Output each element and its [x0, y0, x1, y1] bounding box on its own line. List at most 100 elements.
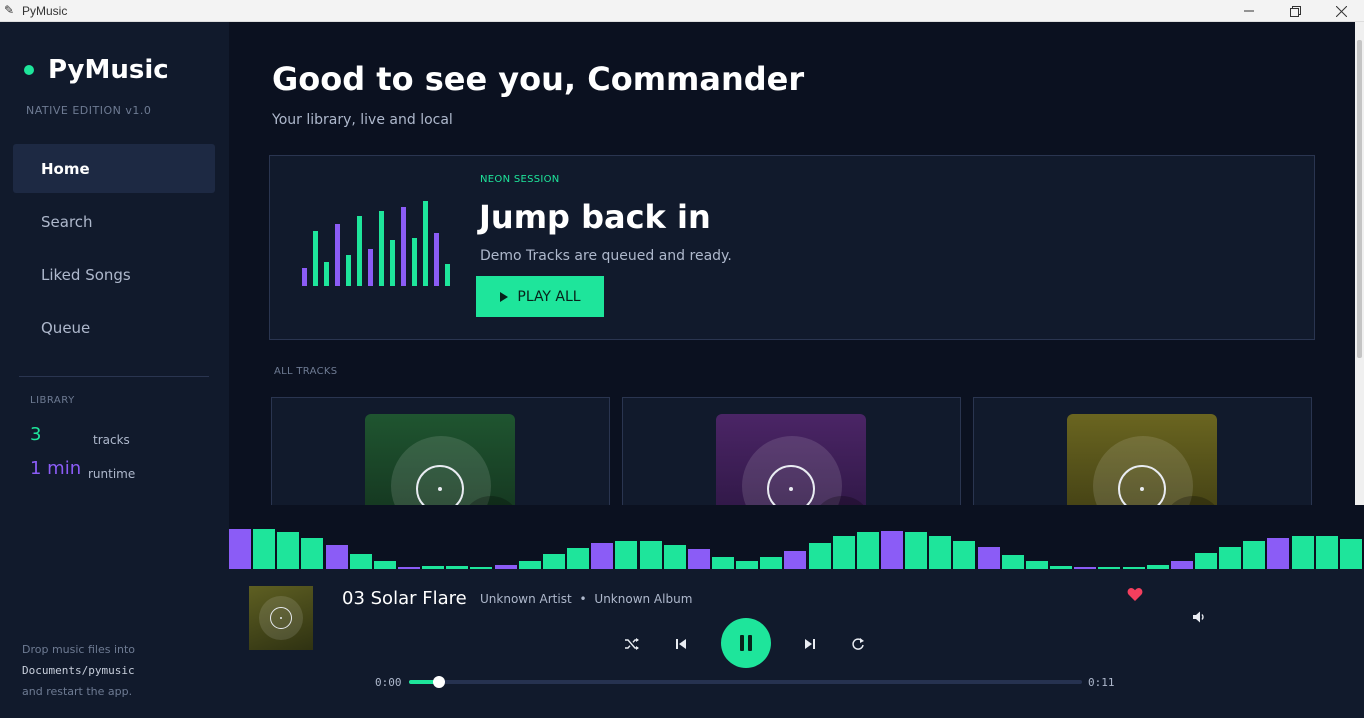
drop-hint-line1: Drop music files into: [22, 643, 136, 656]
hero-description: Demo Tracks are queued and ready.: [480, 248, 732, 264]
sidebar-divider: [19, 376, 209, 377]
visualizer-bar: [809, 543, 831, 569]
time-current: 0:00: [375, 676, 402, 689]
minimize-button[interactable]: [1226, 0, 1272, 22]
nav-item-search[interactable]: Search: [13, 197, 215, 246]
visualizer-bar: [591, 543, 613, 569]
close-icon: [1335, 5, 1347, 17]
track-card-art: [1067, 414, 1217, 505]
visualizer-bar: [929, 536, 951, 569]
visualizer-bar: [374, 561, 396, 569]
visualizer-bar: [326, 545, 348, 569]
visualizer-bar: [615, 541, 637, 569]
visualizer-bar: [640, 541, 662, 569]
visualizer-bar: [978, 547, 1000, 569]
nav-item-liked-songs[interactable]: Liked Songs: [13, 250, 215, 299]
hero-visualizer-bar: [401, 207, 406, 286]
visualizer-bar: [784, 551, 806, 569]
visualizer-bar: [519, 561, 541, 569]
player-bar: 03 Solar Flare Unknown Artist • Unknown …: [229, 569, 1364, 718]
brand-dot-icon: [24, 65, 34, 75]
hero-visualizer-bar: [379, 211, 384, 286]
hero-visualizer-bar: [434, 233, 439, 286]
all-tracks-label: ALL TRACKS: [274, 366, 338, 377]
visualizer-bar: [1316, 536, 1338, 569]
scrollbar-thumb[interactable]: [1357, 40, 1362, 358]
now-playing-album: Unknown Album: [594, 592, 693, 606]
visualizer-bar: [1002, 555, 1024, 569]
edition-label: NATIVE EDITION v1.0: [26, 104, 152, 117]
sidebar: PyMusic NATIVE EDITION v1.0 Home Search …: [0, 22, 229, 718]
hero-visualizer-bar: [346, 255, 351, 286]
track-card-art: [365, 414, 515, 505]
vinyl-ring: [767, 465, 815, 505]
play-pause-button[interactable]: [721, 618, 771, 668]
time-total: 0:11: [1088, 676, 1115, 689]
visualizer-bar: [712, 557, 734, 569]
skip-previous-icon: [676, 639, 686, 649]
restore-button[interactable]: [1272, 0, 1318, 22]
main-scrollbar[interactable]: [1355, 22, 1364, 505]
visualizer-bar: [881, 531, 903, 569]
repeat-button[interactable]: [847, 633, 869, 655]
meta-separator: •: [579, 592, 587, 606]
progress-slider[interactable]: [409, 676, 1082, 688]
hero-visualizer-bar: [357, 216, 362, 286]
library-title: LIBRARY: [30, 395, 75, 406]
hero-title: Jump back in: [479, 198, 711, 236]
library-track-count-label: tracks: [93, 433, 130, 447]
track-card-art: [716, 414, 866, 505]
page-subtitle: Your library, live and local: [272, 112, 453, 128]
library-track-count: 3: [30, 424, 42, 445]
skip-next-icon: [805, 639, 815, 649]
shuffle-button[interactable]: [621, 633, 643, 655]
hero-card: NEON SESSION Jump back in Demo Tracks ar…: [269, 155, 1315, 340]
hero-visualizer-bar: [390, 240, 395, 286]
vinyl-hole: [1140, 487, 1144, 491]
window-title: PyMusic: [22, 4, 68, 18]
track-card[interactable]: [622, 397, 961, 505]
hero-visualizer-bar: [302, 268, 307, 286]
hero-visualizer-bar: [313, 231, 318, 286]
track-card[interactable]: [973, 397, 1312, 505]
now-playing-meta: Unknown Artist • Unknown Album: [480, 592, 692, 606]
hero-visualizer-bar: [423, 201, 428, 286]
pause-icon: [740, 635, 752, 651]
hero-visualizer-bar: [412, 238, 417, 286]
play-all-button[interactable]: PLAY ALL: [476, 276, 604, 317]
nav-item-queue[interactable]: Queue: [13, 303, 215, 352]
play-all-label: PLAY ALL: [517, 288, 581, 305]
track-card[interactable]: [271, 397, 610, 505]
vinyl-hole: [280, 617, 282, 619]
drop-hint-path: Documents/pymusic: [22, 664, 135, 677]
heart-icon: [1127, 588, 1143, 601]
vinyl-hole: [789, 487, 793, 491]
visualizer-bar: [277, 532, 299, 569]
progress-handle[interactable]: [433, 676, 446, 688]
visualizer-bar: [736, 561, 758, 569]
next-button[interactable]: [799, 633, 821, 655]
visualizer-bar: [567, 548, 589, 569]
restore-icon: [1289, 5, 1301, 17]
library-runtime: 1 min: [30, 458, 82, 479]
visualizer-bar: [543, 554, 565, 569]
visualizer-bar: [1026, 561, 1048, 569]
like-button[interactable]: [1127, 586, 1143, 607]
vinyl-hole: [438, 487, 442, 491]
visualizer-bar: [1292, 536, 1314, 569]
now-playing-artist: Unknown Artist: [480, 592, 572, 606]
close-button[interactable]: [1318, 0, 1364, 22]
now-playing-art: [249, 586, 313, 650]
visualizer-bar: [1195, 553, 1217, 569]
minimize-icon: [1244, 10, 1254, 12]
visualizer-bar: [953, 541, 975, 569]
visualizer-bar: [905, 532, 927, 569]
nav-item-home[interactable]: Home: [13, 144, 215, 193]
now-playing-title: 03 Solar Flare: [342, 588, 467, 609]
volume-button[interactable]: [1191, 609, 1211, 629]
volume-icon: [1193, 611, 1204, 623]
visualizer-bar: [1340, 539, 1362, 569]
previous-button[interactable]: [670, 633, 692, 655]
drop-hint-line3: and restart the app.: [22, 685, 133, 698]
visualizer-bar: [350, 554, 372, 569]
